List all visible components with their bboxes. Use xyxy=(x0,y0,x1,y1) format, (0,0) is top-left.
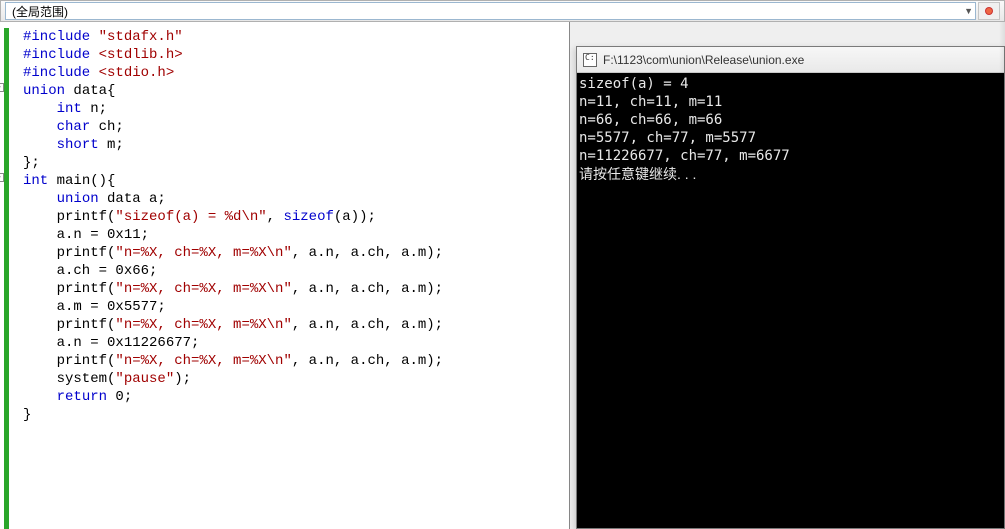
console-icon xyxy=(583,53,597,67)
fold-toggle-icon[interactable]: - xyxy=(0,83,4,92)
chevron-down-icon: ▼ xyxy=(964,6,973,16)
fold-toggle-icon[interactable]: - xyxy=(0,173,4,182)
right-pane: F:\1123\com\union\Release\union.exe size… xyxy=(570,22,1005,529)
record-icon xyxy=(986,8,992,14)
code-content: #include "stdafx.h"#include <stdlib.h>#i… xyxy=(11,28,569,424)
console-window: F:\1123\com\union\Release\union.exe size… xyxy=(576,46,1005,529)
scope-dropdown[interactable]: (全局范围) ▼ xyxy=(5,2,976,20)
console-output: sizeof(a) = 4 n=11, ch=11, m=11 n=66, ch… xyxy=(577,73,1004,528)
code-editor[interactable]: #include "stdafx.h"#include <stdlib.h>#i… xyxy=(0,22,570,529)
scope-label: (全局范围) xyxy=(12,3,68,20)
console-title-text: F:\1123\com\union\Release\union.exe xyxy=(603,53,804,67)
console-titlebar[interactable]: F:\1123\com\union\Release\union.exe xyxy=(577,47,1004,73)
toolbar: (全局范围) ▼ xyxy=(0,0,1005,22)
toolbar-button[interactable] xyxy=(978,2,1000,20)
